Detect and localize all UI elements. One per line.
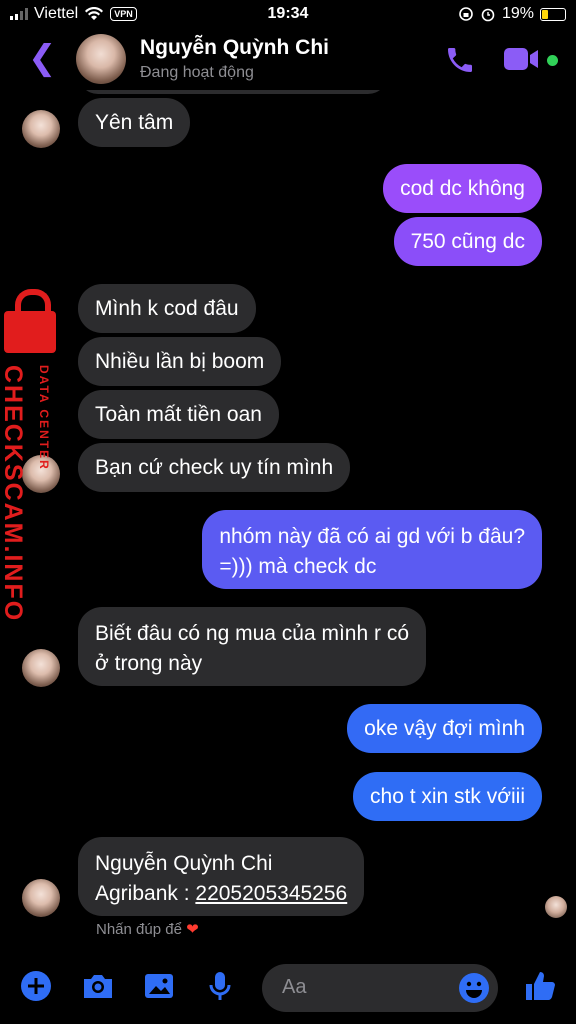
incoming-message[interactable]: Nhiều lần bị boom [78,337,282,386]
account-number[interactable]: 2205205345256 [195,882,347,905]
avatar [22,110,60,148]
heart-icon: ❤ [186,921,199,938]
message-list[interactable]: Yên tâm cod dc không 750 cũng dc Mình k … [0,90,576,952]
phone-icon[interactable] [444,44,476,76]
avatar [22,649,60,687]
incoming-message[interactable]: Bạn cứ check uy tín mình [78,443,351,492]
avatar[interactable] [76,34,126,84]
battery-icon [540,7,566,21]
double-tap-hint: Nhấn đúp để ❤ [96,921,199,938]
video-call-icon[interactable] [502,44,540,74]
camera-icon[interactable] [80,968,116,1004]
incoming-message[interactable]: Yên tâm [78,98,191,147]
alarm-icon [481,8,495,22]
outgoing-message[interactable]: cho t xin stk vớiii [353,772,542,821]
gallery-icon[interactable] [141,968,177,1004]
chat-header: ❮ Nguyễn Quỳnh Chi Đang hoạt động [0,30,576,90]
avatar [22,879,60,917]
battery-percent: 19% [501,5,534,22]
online-indicator [547,55,558,66]
emoji-icon[interactable] [458,972,490,1004]
contact-name[interactable]: Nguyễn Quỳnh Chi [140,36,329,60]
seen-avatar [545,896,567,918]
composer-bar: Aa [0,952,576,1024]
outgoing-message[interactable]: 750 cũng dc [393,217,542,266]
incoming-message[interactable]: Mình k cod đâu [78,284,256,333]
previous-message-bubble [78,90,388,94]
contact-status: Đang hoạt động [140,64,254,81]
outgoing-message[interactable]: oke vậy đợi mình [347,704,542,753]
avatar [22,455,60,493]
plus-icon[interactable] [18,968,54,1004]
status-bar: Viettel VPN 19:34 19% [0,0,576,30]
incoming-message[interactable]: Nguyễn Quỳnh Chi Agribank : 220520534525… [78,837,365,916]
incoming-message[interactable]: Toàn mất tiền oan [78,390,279,439]
microphone-icon[interactable] [202,968,238,1004]
message-placeholder: Aa [282,976,307,998]
outgoing-message[interactable]: cod dc không [383,164,542,213]
orientation-lock-icon [459,7,473,21]
back-icon[interactable]: ❮ [28,41,57,75]
incoming-message[interactable]: Biết đâu có ng mua của mình r có ở trong… [78,607,427,686]
outgoing-message[interactable]: nhóm này đã có ai gd với b đâu? =))) mà … [202,510,542,589]
like-icon[interactable] [522,968,558,1004]
